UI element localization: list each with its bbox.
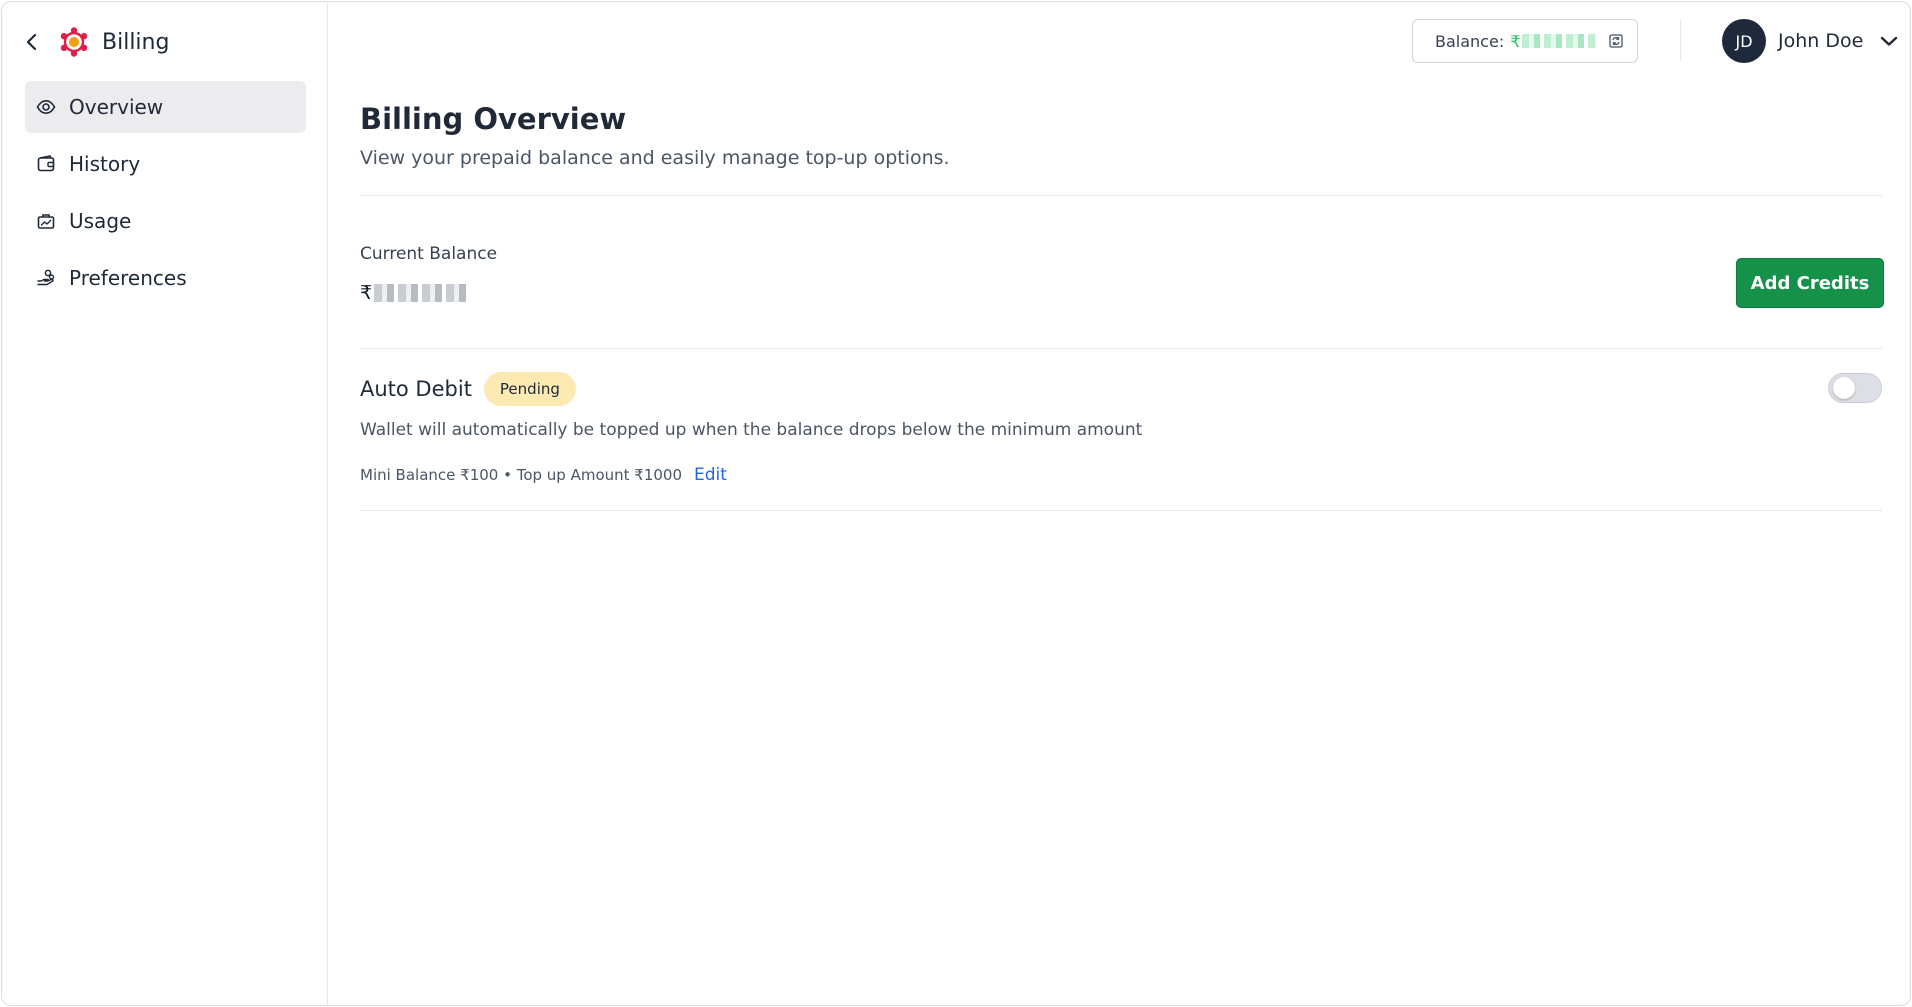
hand-coins-icon — [35, 267, 57, 289]
auto-debit-description: Wallet will automatically be topped up w… — [360, 420, 1143, 440]
toggle-knob — [1833, 377, 1855, 399]
divider — [360, 510, 1882, 511]
auto-debit-meta-text: Mini Balance ₹100 • Top up Amount ₹1000 — [360, 466, 683, 484]
auto-debit-title: Auto Debit — [360, 377, 472, 401]
divider — [360, 195, 1882, 196]
edit-link[interactable]: Edit — [694, 465, 727, 485]
page-title: Billing Overview — [360, 102, 627, 136]
status-badge: Pending — [483, 372, 576, 406]
sidebar-header: Billing — [20, 24, 169, 60]
eye-icon — [35, 96, 57, 118]
chevron-down-icon[interactable] — [1879, 31, 1899, 51]
back-button[interactable] — [20, 30, 44, 54]
sidebar-item-label: Usage — [69, 209, 132, 233]
refresh-icon[interactable] — [1606, 31, 1626, 51]
current-balance-masked — [374, 284, 467, 302]
divider — [360, 348, 1882, 349]
chevron-left-icon — [26, 33, 37, 51]
balance-currency: ₹ — [1510, 31, 1521, 51]
current-balance-currency: ₹ — [360, 282, 373, 304]
balance-label: Balance: — [1435, 31, 1505, 51]
page-subtitle: View your prepaid balance and easily man… — [360, 147, 950, 169]
auto-debit-header: Auto Debit Pending — [360, 372, 576, 406]
sidebar-item-preferences[interactable]: Preferences — [25, 252, 306, 304]
user-menu[interactable]: JD John Doe — [1722, 19, 1899, 63]
auto-debit-meta: Mini Balance ₹100 • Top up Amount ₹1000 … — [360, 464, 727, 486]
sidebar: Billing Overview History Usage Preferenc… — [2, 2, 328, 1005]
current-balance-label: Current Balance — [360, 244, 498, 264]
sidebar-item-label: History — [69, 152, 141, 176]
wallet-icon — [35, 153, 57, 175]
sidebar-item-history[interactable]: History — [25, 138, 306, 190]
app-window: Billing Overview History Usage Preferenc… — [1, 1, 1911, 1006]
current-balance-value: ₹ — [360, 282, 467, 304]
sidebar-item-overview[interactable]: Overview — [25, 81, 306, 133]
briefcase-chart-icon — [35, 210, 57, 232]
user-name: John Doe — [1778, 30, 1864, 52]
balance-value-masked — [1522, 34, 1597, 48]
billing-logo-icon — [60, 27, 88, 57]
sidebar-item-label: Overview — [69, 95, 164, 119]
add-credits-button[interactable]: Add Credits — [1736, 258, 1884, 308]
app-title: Billing — [102, 29, 170, 55]
sidebar-item-usage[interactable]: Usage — [25, 195, 306, 247]
topbar-divider — [1680, 20, 1681, 62]
auto-debit-toggle[interactable] — [1828, 373, 1882, 403]
balance-pill[interactable]: Balance: ₹ — [1412, 19, 1638, 63]
avatar: JD — [1722, 19, 1766, 63]
sidebar-nav: Overview History Usage Preferences — [25, 81, 306, 309]
sidebar-item-label: Preferences — [69, 266, 187, 290]
